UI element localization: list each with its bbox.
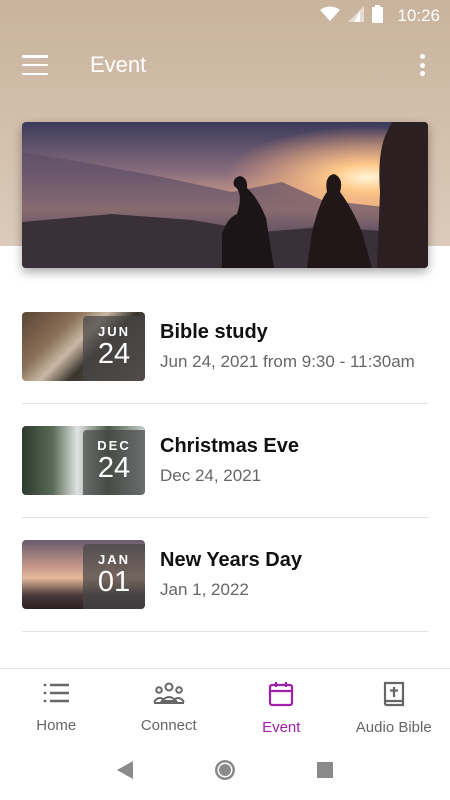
app-bar: Event bbox=[0, 32, 450, 98]
event-thumbnail: JAN 01 bbox=[22, 540, 145, 609]
event-date: Jun 24, 2021 from 9:30 - 11:30am bbox=[160, 352, 415, 371]
date-month: DEC bbox=[97, 438, 131, 453]
list-icon bbox=[42, 681, 70, 710]
nav-item-event[interactable]: Event bbox=[225, 669, 338, 740]
battery-icon bbox=[372, 4, 384, 28]
nav-item-audio-bible[interactable]: Audio Bible bbox=[338, 669, 450, 740]
signal-icon bbox=[348, 5, 365, 27]
event-title: Christmas Eve bbox=[160, 435, 299, 457]
calendar-icon bbox=[268, 681, 294, 712]
date-badge: DEC 24 bbox=[83, 430, 145, 495]
event-date: Dec 24, 2021 bbox=[160, 466, 262, 485]
event-item-christmas-eve[interactable]: DEC 24 Christmas Eve Dec 24, 2021 bbox=[22, 404, 428, 518]
event-item-bible-study[interactable]: JUN 24 Bible study Jun 24, 2021 from 9:3… bbox=[22, 290, 428, 404]
event-item-new-years-day[interactable]: JAN 01 New Years Day Jan 1, 2022 bbox=[22, 518, 428, 632]
nav-label: Event bbox=[262, 719, 301, 736]
wifi-icon bbox=[320, 6, 341, 27]
menu-icon[interactable] bbox=[20, 52, 50, 78]
recents-icon[interactable] bbox=[317, 762, 333, 778]
date-month: JAN bbox=[97, 552, 130, 567]
bottom-navigation: Home Connect Event Audio Bible bbox=[0, 668, 450, 740]
event-list: JUN 24 Bible study Jun 24, 2021 from 9:3… bbox=[22, 290, 428, 632]
nav-item-connect[interactable]: Connect bbox=[113, 669, 226, 740]
nav-label: Audio Bible bbox=[355, 719, 432, 736]
home-icon[interactable] bbox=[213, 758, 237, 782]
date-day: 24 bbox=[97, 452, 131, 484]
status-bar: 10:26 bbox=[0, 0, 450, 32]
event-date: Jan 1, 2022 bbox=[160, 580, 249, 599]
date-month: JUN bbox=[97, 324, 130, 339]
hero-image bbox=[22, 122, 428, 268]
date-day: 01 bbox=[97, 566, 131, 598]
nav-item-home[interactable]: Home bbox=[0, 669, 113, 740]
event-title: New Years Day bbox=[160, 549, 302, 571]
more-options-icon[interactable] bbox=[414, 52, 430, 78]
date-badge: JAN 01 bbox=[83, 544, 145, 609]
status-time: 10:26 bbox=[397, 6, 440, 25]
nav-label: Connect bbox=[140, 717, 197, 734]
system-navigation-bar bbox=[0, 740, 450, 800]
date-badge: JUN 24 bbox=[83, 316, 145, 381]
event-title: Bible study bbox=[160, 321, 268, 343]
bible-icon bbox=[382, 681, 406, 712]
event-thumbnail: DEC 24 bbox=[22, 426, 145, 495]
page-title: Event bbox=[90, 52, 147, 77]
event-thumbnail: JUN 24 bbox=[22, 312, 145, 381]
nav-label: Home bbox=[36, 717, 77, 734]
back-icon[interactable] bbox=[117, 761, 133, 779]
group-icon bbox=[152, 681, 185, 710]
date-day: 24 bbox=[97, 338, 131, 370]
